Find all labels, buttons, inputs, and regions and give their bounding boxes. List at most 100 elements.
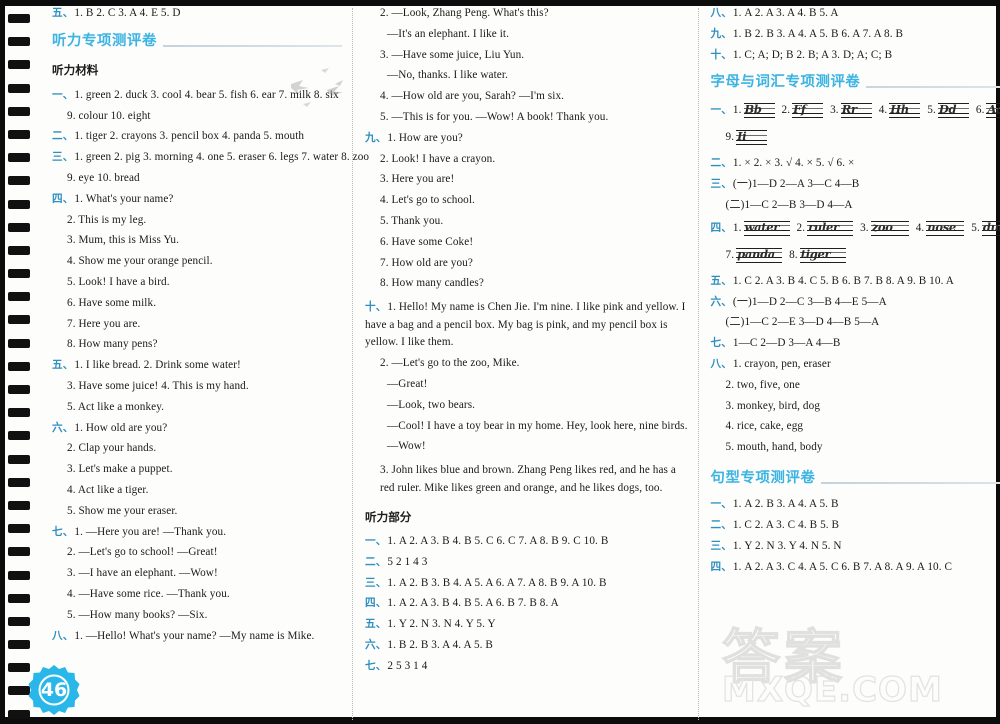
- continued-line: 5. —This is for you. —Wow! A book! Thank…: [365, 110, 688, 123]
- answer-block-line: 2. —Let's go to the zoo, Mike.: [365, 358, 688, 369]
- binding-hole: [8, 547, 30, 557]
- section-marker: 六、: [365, 638, 387, 651]
- answer-block-line: 3. Mum, this is Miss Yu.: [52, 235, 342, 246]
- item-number: 4.: [915, 221, 925, 234]
- section-marker: 三、: [710, 178, 732, 191]
- line-text: 3. —Have some juice, Liu Yun.: [380, 48, 525, 61]
- page-edge-left: [0, 0, 5, 724]
- binding-hole: [8, 663, 30, 673]
- line-text: 5. Show me your eraser.: [67, 504, 178, 517]
- binding-hole: [8, 83, 30, 93]
- binding-hole: [8, 709, 30, 719]
- handwriting-letters-row: 一、1.Bb2.Ff3.Rr4.Hh5.Dd6.Aa7.Kk8.Mm: [710, 102, 1000, 119]
- binding-hole: [8, 524, 30, 534]
- binding-hole: [8, 454, 30, 464]
- handwritten-word: ruler: [808, 219, 839, 234]
- binding-hole: [8, 129, 30, 139]
- line-text: —Great!: [387, 378, 428, 391]
- answer-text: 1. A 2. A 3. C 4. A 5. C 6. B 7. A 8. A …: [732, 560, 953, 573]
- item-number: 5.: [927, 104, 936, 117]
- answer-block-line: 5. Show me your eraser.: [52, 504, 342, 517]
- section-marker: 六、: [710, 295, 732, 308]
- section-marker: 九、: [710, 27, 732, 40]
- section-marker: 五、: [710, 274, 732, 287]
- continued-line: 3. —Have some juice, Liu Yun.: [365, 48, 688, 61]
- answer-block-line: 9. eye 10. bread: [52, 172, 342, 184]
- item-number: 1.: [732, 104, 742, 117]
- answer-block-line: 8. How many candles?: [365, 278, 688, 289]
- line-text: 3. Let's make a puppet.: [67, 463, 173, 476]
- answer-row: 七、2 5 3 1 4: [365, 660, 688, 672]
- binding-hole: [8, 245, 30, 255]
- answer-row: 一、1. A 2. B 3. A 4. A 5. B: [711, 499, 1000, 510]
- binding-hole: [8, 222, 30, 232]
- section-marker: 一、: [52, 88, 74, 101]
- item-number: 1.: [732, 221, 742, 234]
- item-number: 8.: [789, 248, 798, 261]
- section-marker: 二、: [710, 519, 732, 532]
- four-line-staff: Ff: [792, 102, 824, 119]
- section-marker: 五、: [52, 7, 74, 19]
- section-marker: 十、: [365, 301, 387, 314]
- answer-text: (二)1—C 2—B 3—D 4—A: [725, 198, 853, 211]
- line-text: 6. Have some Coke!: [380, 235, 474, 248]
- answer-block-line: 4. —Have some rice. —Thank you.: [52, 588, 342, 600]
- answer-text: 1. crayon, pen, eraser: [732, 357, 831, 370]
- answer-block-line: 3. —I have an elephant. —Wow!: [52, 568, 342, 579]
- line-text: 4. Let's go to school.: [380, 194, 475, 207]
- section-marker: 六、: [52, 421, 74, 434]
- handwritten-letter: Rr: [841, 102, 857, 117]
- binding-hole: [8, 686, 30, 696]
- answer-text: 1. C; A; D; B 2. B; A 3. D; A; C; B: [732, 48, 893, 61]
- line-text: —Cool! I have a toy bear in my home. Hey…: [387, 419, 688, 432]
- line-text: 2. —Let's go to school! —Great!: [67, 546, 218, 559]
- answer-text: 1. A 2. A 3. B 4. B 5. A 6. B 7. B 8. A: [387, 597, 559, 610]
- answer-text: 1. Y 2. N 3. N 4. Y 5. Y: [387, 618, 496, 631]
- section-marker: 一、: [710, 104, 732, 117]
- handwritten-letter: Ii: [737, 129, 747, 144]
- handwritten-word: tiger: [800, 246, 831, 261]
- answer-row: 五、1. Y 2. N 3. N 4. Y 5. Y: [365, 619, 688, 630]
- heading-text: 句型专项测评卷: [710, 470, 822, 487]
- section-marker: 八、: [52, 629, 74, 642]
- answer-block-line: 七、1. —Here you are! —Thank you.: [52, 525, 342, 538]
- answer-text: (一)1—D 2—C 3—B 4—E 5—A: [732, 295, 887, 308]
- answer-text: 1. Y 2. N 3. Y 4. N 5. N: [732, 539, 842, 552]
- answer-block-line: 4. Act like a tiger.: [52, 484, 342, 496]
- answer-row: 5. mouth, hand, body: [711, 442, 1000, 453]
- line-text: 1. —Here you are! —Thank you.: [74, 525, 227, 538]
- page-number-badge: 46: [28, 664, 80, 716]
- section-marker: 二、: [365, 555, 387, 568]
- answer-row: 八、1. crayon, pen, eraser: [711, 357, 1000, 370]
- item-number: 3.: [830, 104, 839, 117]
- answer-block-line: 5. Thank you.: [365, 215, 688, 227]
- line-text: 3. Have some juice! 4. This is my hand.: [67, 379, 249, 392]
- four-line-staff: ruler: [807, 219, 854, 236]
- page-edge-top: [0, 0, 1000, 6]
- answer-text: 2. two, five, one: [725, 378, 800, 391]
- answer-text: (一)1—D 2—A 3—C 4—B: [732, 178, 860, 191]
- section-marker: 八、: [710, 7, 732, 19]
- line-text: 3. John likes blue and brown. Zhang Peng…: [380, 464, 676, 494]
- section-marker: 二、: [52, 130, 74, 143]
- line-text: 1. What's your name?: [74, 192, 174, 205]
- four-line-staff: Rr: [840, 102, 872, 119]
- handwritten-letter: Hh: [890, 102, 909, 117]
- answer-block-line: 4. Let's go to school.: [365, 195, 688, 206]
- line-text: 2. Clap your hands.: [67, 442, 157, 455]
- continued-line: 2. —Look, Zhang Peng. What's this?: [365, 7, 688, 19]
- binding-hole: [8, 14, 30, 23]
- four-line-staff: Bb: [743, 102, 775, 119]
- answer-row: 九、1. B 2. B 3. A 4. A 5. B 6. A 7. A 8. …: [710, 27, 1000, 40]
- line-text: 2. —Look, Zhang Peng. What's this?: [380, 7, 549, 19]
- line-text: 5. —This is for you. —Wow! A book! Thank…: [380, 110, 609, 123]
- handwritten-word: nose: [927, 219, 956, 234]
- section-marker: 三、: [365, 576, 387, 589]
- answer-block-line: 2. —Let's go to school! —Great!: [52, 547, 342, 558]
- answer-block-line: 4. Show me your orange pencil.: [52, 256, 342, 267]
- binding-hole: [8, 408, 30, 418]
- section-marker: 五、: [365, 618, 387, 631]
- answer-row: 六、1. B 2. B 3. A 4. A 5. B: [365, 638, 688, 651]
- four-line-staff: nose: [926, 219, 965, 236]
- answer-block-line: 四、1. What's your name?: [52, 192, 342, 205]
